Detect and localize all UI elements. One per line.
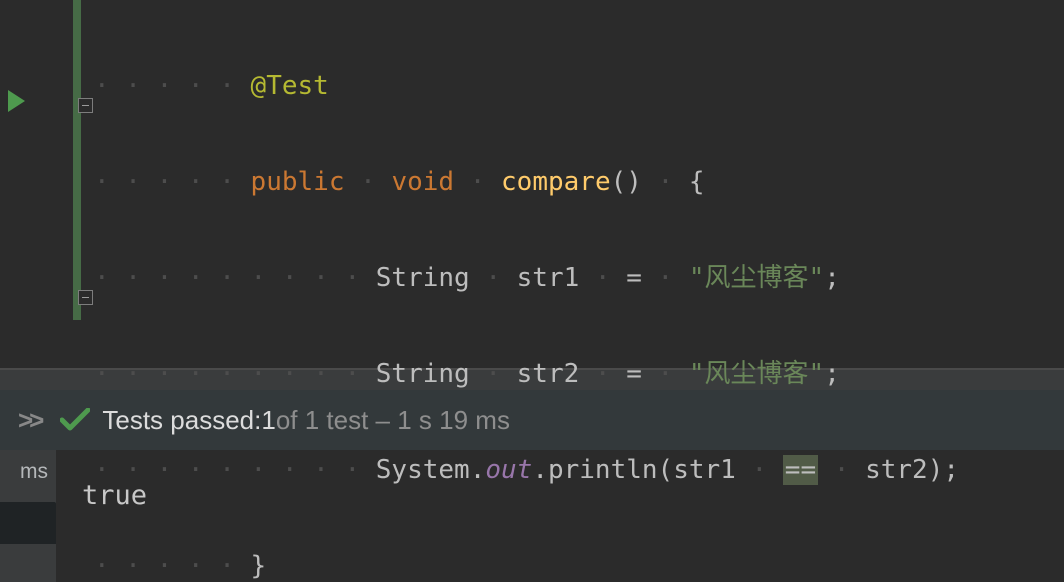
run-test-icon[interactable] (8, 90, 25, 112)
fold-toggle-icon[interactable] (78, 290, 93, 305)
fold-toggle-icon[interactable] (78, 98, 93, 113)
success-check-icon (60, 408, 90, 432)
console-tabs: ms (0, 450, 56, 582)
annotation: @Test (251, 71, 329, 101)
change-marker (73, 0, 81, 320)
code-line: · · · · · } (94, 542, 1064, 582)
code-area[interactable]: · · · · · @Test · · · · · public · void … (94, 0, 1064, 368)
expand-chevron-icon[interactable]: >> (18, 405, 40, 436)
code-line: · · · · · public · void · compare() · { (94, 158, 1064, 206)
console-tab-active[interactable] (0, 502, 56, 544)
code-line: · · · · · · · · · System.out.println(str… (94, 446, 1064, 494)
code-line: · · · · · · · · · String · str2 · = · "风… (94, 350, 1064, 398)
code-line: · · · · · · · · · String · str1 · = · "风… (94, 254, 1064, 302)
code-editor[interactable]: · · · · · @Test · · · · · public · void … (0, 0, 1064, 368)
equals-operator-highlight: == (783, 455, 818, 485)
code-line: · · · · · @Test (94, 62, 1064, 110)
gutter (0, 0, 94, 368)
console-tab-ms[interactable]: ms (0, 450, 56, 494)
method-name: compare (501, 167, 611, 197)
